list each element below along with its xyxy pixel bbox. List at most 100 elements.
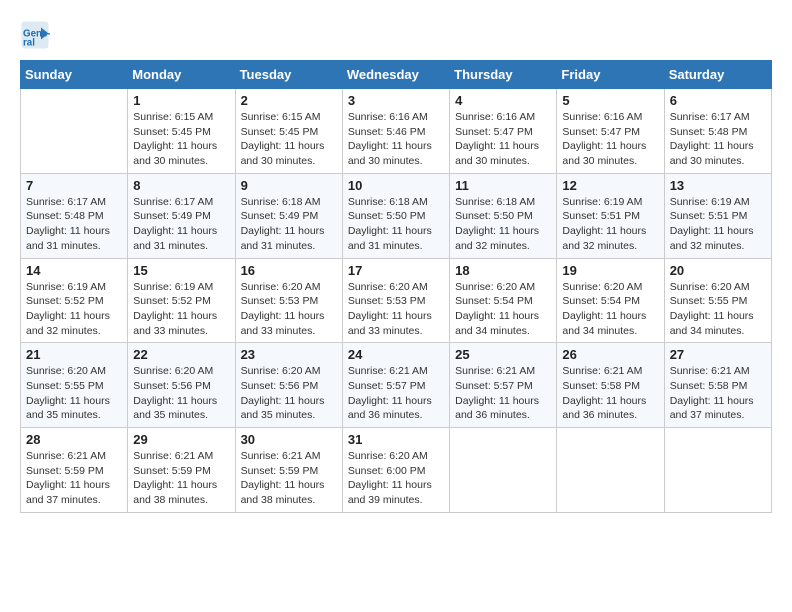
calendar-cell: 29 Sunrise: 6:21 AMSunset: 5:59 PMDayligh… bbox=[128, 428, 235, 513]
calendar-cell: 14 Sunrise: 6:19 AMSunset: 5:52 PMDayligh… bbox=[21, 258, 128, 343]
calendar-cell bbox=[450, 428, 557, 513]
cell-info: Sunrise: 6:16 AMSunset: 5:47 PMDaylight:… bbox=[455, 110, 551, 169]
day-number: 15 bbox=[133, 263, 229, 278]
day-number: 22 bbox=[133, 347, 229, 362]
day-number: 13 bbox=[670, 178, 766, 193]
calendar-cell bbox=[664, 428, 771, 513]
cell-info: Sunrise: 6:20 AMSunset: 5:54 PMDaylight:… bbox=[562, 280, 658, 339]
day-number: 21 bbox=[26, 347, 122, 362]
column-header-monday: Monday bbox=[128, 61, 235, 89]
cell-info: Sunrise: 6:20 AMSunset: 5:56 PMDaylight:… bbox=[241, 364, 337, 423]
calendar-cell bbox=[21, 89, 128, 174]
column-header-friday: Friday bbox=[557, 61, 664, 89]
cell-info: Sunrise: 6:20 AMSunset: 5:53 PMDaylight:… bbox=[348, 280, 444, 339]
calendar-cell: 8Sunrise: 6:17 AMSunset: 5:49 PMDaylight… bbox=[128, 173, 235, 258]
day-number: 31 bbox=[348, 432, 444, 447]
calendar-cell: 20 Sunrise: 6:20 AMSunset: 5:55 PMDayligh… bbox=[664, 258, 771, 343]
logo-icon: Gene- ral bbox=[20, 20, 50, 50]
calendar-cell: 30Sunrise: 6:21 AMSunset: 5:59 PMDayligh… bbox=[235, 428, 342, 513]
cell-info: Sunrise: 6:21 AMSunset: 5:59 PMDaylight:… bbox=[133, 449, 229, 508]
calendar-cell: 9Sunrise: 6:18 AMSunset: 5:49 PMDaylight… bbox=[235, 173, 342, 258]
cell-info: Sunrise: 6:19 AMSunset: 5:52 PMDaylight:… bbox=[26, 280, 122, 339]
cell-info: Sunrise: 6:16 AMSunset: 5:47 PMDaylight:… bbox=[562, 110, 658, 169]
calendar-cell bbox=[557, 428, 664, 513]
day-number: 7 bbox=[26, 178, 122, 193]
day-number: 19 bbox=[562, 263, 658, 278]
cell-info: Sunrise: 6:20 AMSunset: 5:56 PMDaylight:… bbox=[133, 364, 229, 423]
day-number: 9 bbox=[241, 178, 337, 193]
calendar-cell: 16Sunrise: 6:20 AMSunset: 5:53 PMDayligh… bbox=[235, 258, 342, 343]
day-number: 26 bbox=[562, 347, 658, 362]
day-number: 18 bbox=[455, 263, 551, 278]
calendar-cell: 17 Sunrise: 6:20 AMSunset: 5:53 PMDayligh… bbox=[342, 258, 449, 343]
calendar-cell: 3Sunrise: 6:16 AMSunset: 5:46 PMDaylight… bbox=[342, 89, 449, 174]
calendar-week-row: 21 Sunrise: 6:20 AMSunset: 5:55 PMDayligh… bbox=[21, 343, 772, 428]
cell-info: Sunrise: 6:17 AMSunset: 5:48 PMDaylight:… bbox=[26, 195, 122, 254]
day-number: 4 bbox=[455, 93, 551, 108]
column-header-tuesday: Tuesday bbox=[235, 61, 342, 89]
day-number: 27 bbox=[670, 347, 766, 362]
calendar-cell: 13Sunrise: 6:19 AMSunset: 5:51 PMDayligh… bbox=[664, 173, 771, 258]
column-header-saturday: Saturday bbox=[664, 61, 771, 89]
calendar-cell: 1Sunrise: 6:15 AMSunset: 5:45 PMDaylight… bbox=[128, 89, 235, 174]
calendar-table: SundayMondayTuesdayWednesdayThursdayFrid… bbox=[20, 60, 772, 513]
cell-info: Sunrise: 6:21 AMSunset: 5:59 PMDaylight:… bbox=[241, 449, 337, 508]
day-number: 14 bbox=[26, 263, 122, 278]
cell-info: Sunrise: 6:18 AMSunset: 5:50 PMDaylight:… bbox=[348, 195, 444, 254]
logo: Gene- ral bbox=[20, 20, 54, 50]
day-number: 6 bbox=[670, 93, 766, 108]
calendar-cell: 11 Sunrise: 6:18 AMSunset: 5:50 PMDayligh… bbox=[450, 173, 557, 258]
day-number: 1 bbox=[133, 93, 229, 108]
cell-info: Sunrise: 6:20 AMSunset: 6:00 PMDaylight:… bbox=[348, 449, 444, 508]
calendar-week-row: 14 Sunrise: 6:19 AMSunset: 5:52 PMDayligh… bbox=[21, 258, 772, 343]
calendar-cell: 4 Sunrise: 6:16 AMSunset: 5:47 PMDaylight… bbox=[450, 89, 557, 174]
calendar-cell: 27 Sunrise: 6:21 AMSunset: 5:58 PMDayligh… bbox=[664, 343, 771, 428]
cell-info: Sunrise: 6:20 AMSunset: 5:55 PMDaylight:… bbox=[26, 364, 122, 423]
day-number: 8 bbox=[133, 178, 229, 193]
day-number: 20 bbox=[670, 263, 766, 278]
cell-info: Sunrise: 6:21 AMSunset: 5:57 PMDaylight:… bbox=[348, 364, 444, 423]
calendar-cell: 31 Sunrise: 6:20 AMSunset: 6:00 PMDayligh… bbox=[342, 428, 449, 513]
cell-info: Sunrise: 6:19 AMSunset: 5:51 PMDaylight:… bbox=[562, 195, 658, 254]
calendar-cell: 19 Sunrise: 6:20 AMSunset: 5:54 PMDayligh… bbox=[557, 258, 664, 343]
day-number: 17 bbox=[348, 263, 444, 278]
calendar-cell: 26 Sunrise: 6:21 AMSunset: 5:58 PMDayligh… bbox=[557, 343, 664, 428]
calendar-cell: 7 Sunrise: 6:17 AMSunset: 5:48 PMDaylight… bbox=[21, 173, 128, 258]
cell-info: Sunrise: 6:21 AMSunset: 5:57 PMDaylight:… bbox=[455, 364, 551, 423]
cell-info: Sunrise: 6:21 AMSunset: 5:58 PMDaylight:… bbox=[670, 364, 766, 423]
day-number: 10 bbox=[348, 178, 444, 193]
day-number: 28 bbox=[26, 432, 122, 447]
calendar-week-row: 28 Sunrise: 6:21 AMSunset: 5:59 PMDayligh… bbox=[21, 428, 772, 513]
cell-info: Sunrise: 6:19 AMSunset: 5:52 PMDaylight:… bbox=[133, 280, 229, 339]
day-number: 29 bbox=[133, 432, 229, 447]
cell-info: Sunrise: 6:18 AMSunset: 5:50 PMDaylight:… bbox=[455, 195, 551, 254]
day-number: 2 bbox=[241, 93, 337, 108]
calendar-cell: 22 Sunrise: 6:20 AMSunset: 5:56 PMDayligh… bbox=[128, 343, 235, 428]
column-header-thursday: Thursday bbox=[450, 61, 557, 89]
cell-info: Sunrise: 6:15 AMSunset: 5:45 PMDaylight:… bbox=[241, 110, 337, 169]
cell-info: Sunrise: 6:21 AMSunset: 5:58 PMDaylight:… bbox=[562, 364, 658, 423]
page-header: Gene- ral bbox=[20, 20, 772, 50]
cell-info: Sunrise: 6:20 AMSunset: 5:54 PMDaylight:… bbox=[455, 280, 551, 339]
day-number: 11 bbox=[455, 178, 551, 193]
day-number: 5 bbox=[562, 93, 658, 108]
calendar-cell: 21 Sunrise: 6:20 AMSunset: 5:55 PMDayligh… bbox=[21, 343, 128, 428]
svg-text:ral: ral bbox=[23, 38, 35, 49]
cell-info: Sunrise: 6:20 AMSunset: 5:55 PMDaylight:… bbox=[670, 280, 766, 339]
cell-info: Sunrise: 6:21 AMSunset: 5:59 PMDaylight:… bbox=[26, 449, 122, 508]
calendar-cell: 24Sunrise: 6:21 AMSunset: 5:57 PMDayligh… bbox=[342, 343, 449, 428]
calendar-cell: 10 Sunrise: 6:18 AMSunset: 5:50 PMDayligh… bbox=[342, 173, 449, 258]
calendar-week-row: 1 Sunrise: 6:15 AMSunset: 5:45 PMDaylight… bbox=[21, 89, 772, 174]
cell-info: Sunrise: 6:17 AMSunset: 5:48 PMDaylight:… bbox=[670, 110, 766, 169]
column-header-wednesday: Wednesday bbox=[342, 61, 449, 89]
calendar-cell: 15 Sunrise: 6:19 AMSunset: 5:52 PMDayligh… bbox=[128, 258, 235, 343]
day-number: 23 bbox=[241, 347, 337, 362]
cell-info: Sunrise: 6:16 AMSunset: 5:46 PMDaylight:… bbox=[348, 110, 444, 169]
calendar-cell: 2 Sunrise: 6:15 AMSunset: 5:45 PMDaylight… bbox=[235, 89, 342, 174]
calendar-cell: 23 Sunrise: 6:20 AMSunset: 5:56 PMDayligh… bbox=[235, 343, 342, 428]
calendar-cell: 18 Sunrise: 6:20 AMSunset: 5:54 PMDayligh… bbox=[450, 258, 557, 343]
day-number: 16 bbox=[241, 263, 337, 278]
calendar-cell: 25 Sunrise: 6:21 AMSunset: 5:57 PMDayligh… bbox=[450, 343, 557, 428]
calendar-header-row: SundayMondayTuesdayWednesdayThursdayFrid… bbox=[21, 61, 772, 89]
day-number: 25 bbox=[455, 347, 551, 362]
